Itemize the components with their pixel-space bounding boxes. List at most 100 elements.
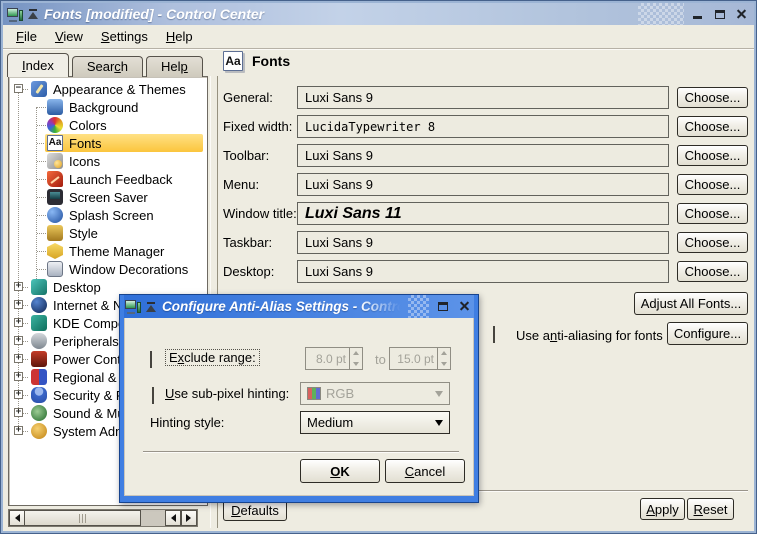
titlebar[interactable]: Fonts [modified] - Control Center [3,3,754,25]
hinting-style-label: Hinting style: [150,415,224,430]
chevron-down-icon [435,391,443,401]
shade-icon[interactable] [28,9,39,19]
spinner-arrows-icon[interactable] [349,348,362,369]
tab-index[interactable]: Index [7,53,69,77]
font-row-fixed-width: Fixed width: LucidaTypewriter 8 Choose..… [223,115,748,138]
expander-plus-icon[interactable] [14,336,23,345]
choose-button[interactable]: Choose... [677,116,748,137]
tab-help[interactable]: Help [146,56,203,77]
font-preview-field: Luxi Sans 9 [297,86,669,109]
menu-help[interactable]: Help [157,26,202,47]
cancel-button[interactable]: Cancel [385,459,465,483]
choose-button[interactable]: Choose... [677,203,748,224]
sound-icon [31,405,47,421]
triangle-left-icon [11,514,20,522]
expander-plus-icon[interactable] [14,282,23,291]
shade-icon[interactable] [146,302,157,312]
minimize-button[interactable] [689,6,706,22]
range-to-label: to [375,352,386,367]
apply-button[interactable]: Apply [640,498,685,520]
expander-plus-icon[interactable] [14,426,23,435]
expander-minus-icon[interactable] [14,84,23,93]
tree-item-icons[interactable]: Icons [9,152,207,170]
hinting-style-dropdown[interactable]: Medium [300,411,450,434]
tree-item-style[interactable]: Style [9,224,207,242]
exclude-range-label[interactable]: Exclude range: [165,349,260,366]
font-settings-list: General: Luxi Sans 9 Choose... Fixed wid… [223,86,748,289]
font-row-label: General: [223,90,297,105]
window-decorations-icon [47,261,63,277]
expander-plus-icon[interactable] [14,300,23,309]
tree-item-fonts[interactable]: AaFonts [9,134,207,152]
module-header: Aa Fonts [223,51,290,71]
tree-item-splash-screen[interactable]: Splash Screen [9,206,207,224]
colors-icon [47,117,63,133]
expander-plus-icon[interactable] [14,354,23,363]
tree-item-screen-saver[interactable]: Screen Saver [9,188,207,206]
scroll-left-button-secondary[interactable] [165,510,181,526]
triangle-right-icon [186,514,195,522]
scrollbar-trough[interactable] [141,510,165,526]
expander-plus-icon[interactable] [14,372,23,381]
tree-item-theme-manager[interactable]: Theme Manager [9,242,207,260]
tree-item-window-decorations[interactable]: Window Decorations [9,260,207,278]
fonts-icon: Aa [47,135,63,151]
choose-button[interactable]: Choose... [677,145,748,166]
subpixel-dropdown[interactable]: RGB [300,382,450,405]
configure-button[interactable]: Configure... [667,322,748,345]
choose-button[interactable]: Choose... [677,87,748,108]
menu-file[interactable]: File [7,26,46,47]
app-icon [7,7,23,22]
font-row-menu: Menu: Luxi Sans 9 Choose... [223,173,748,196]
maximize-button[interactable] [434,299,451,315]
exclude-range-checkbox[interactable] [150,351,152,368]
expander-plus-icon[interactable] [14,390,23,399]
antialias-checkbox[interactable] [493,326,495,343]
font-row-label: Desktop: [223,264,297,279]
tree-item-colors[interactable]: Colors [9,116,207,134]
adjust-all-fonts-button[interactable]: Adjust All Fonts... [634,292,748,315]
subpixel-label: Use sub-pixel hinting: [165,386,289,401]
range-to-spinbox[interactable]: 15.0 pt [389,347,451,370]
spinner-arrows-icon[interactable] [437,348,450,369]
font-preview-field: Luxi Sans 11 [297,202,669,225]
tree-item-background[interactable]: Background [9,98,207,116]
rgb-stripes-icon [307,387,321,400]
tree-item-appearance-themes[interactable]: Appearance & Themes [9,80,207,98]
launch-feedback-icon [47,171,63,187]
dialog-separator [143,451,459,453]
menubar: File View Settings Help [3,25,754,49]
app-icon [125,299,141,314]
font-preview-field: Luxi Sans 9 [297,173,669,196]
tree-item-launch-feedback[interactable]: Launch Feedback [9,170,207,188]
range-from-spinbox[interactable]: 8.0 pt [305,347,363,370]
reset-button[interactable]: Reset [687,498,734,520]
power-control-icon [31,351,47,367]
expander-plus-icon[interactable] [14,318,23,327]
scrollbar-thumb[interactable] [25,510,141,526]
choose-button[interactable]: Choose... [677,232,748,253]
scroll-left-button[interactable] [9,510,25,526]
horizontal-scrollbar[interactable] [8,509,198,527]
font-row-taskbar: Taskbar: Luxi Sans 9 Choose... [223,231,748,254]
dialog-titlebar[interactable]: Configure Anti-Alias Settings - Contro [124,295,474,318]
choose-button[interactable]: Choose... [677,261,748,282]
tab-search[interactable]: Search [72,56,143,77]
security-icon [31,387,47,403]
screen-saver-icon [47,189,63,205]
close-button[interactable] [456,299,473,315]
theme-manager-icon [47,243,63,259]
scroll-right-button[interactable] [181,510,197,526]
peripherals-icon [31,333,47,349]
expander-plus-icon[interactable] [14,408,23,417]
font-row-label: Toolbar: [223,148,297,163]
ok-button[interactable]: OK [300,459,380,483]
close-button[interactable] [733,6,750,22]
subpixel-checkbox[interactable] [152,387,154,404]
menu-view[interactable]: View [46,26,92,47]
maximize-button[interactable] [711,6,728,22]
dialog-title: Configure Anti-Alias Settings - Contro [162,299,403,314]
choose-button[interactable]: Choose... [677,174,748,195]
antialias-dialog: Configure Anti-Alias Settings - Contro E… [119,294,479,503]
menu-settings[interactable]: Settings [92,26,157,47]
